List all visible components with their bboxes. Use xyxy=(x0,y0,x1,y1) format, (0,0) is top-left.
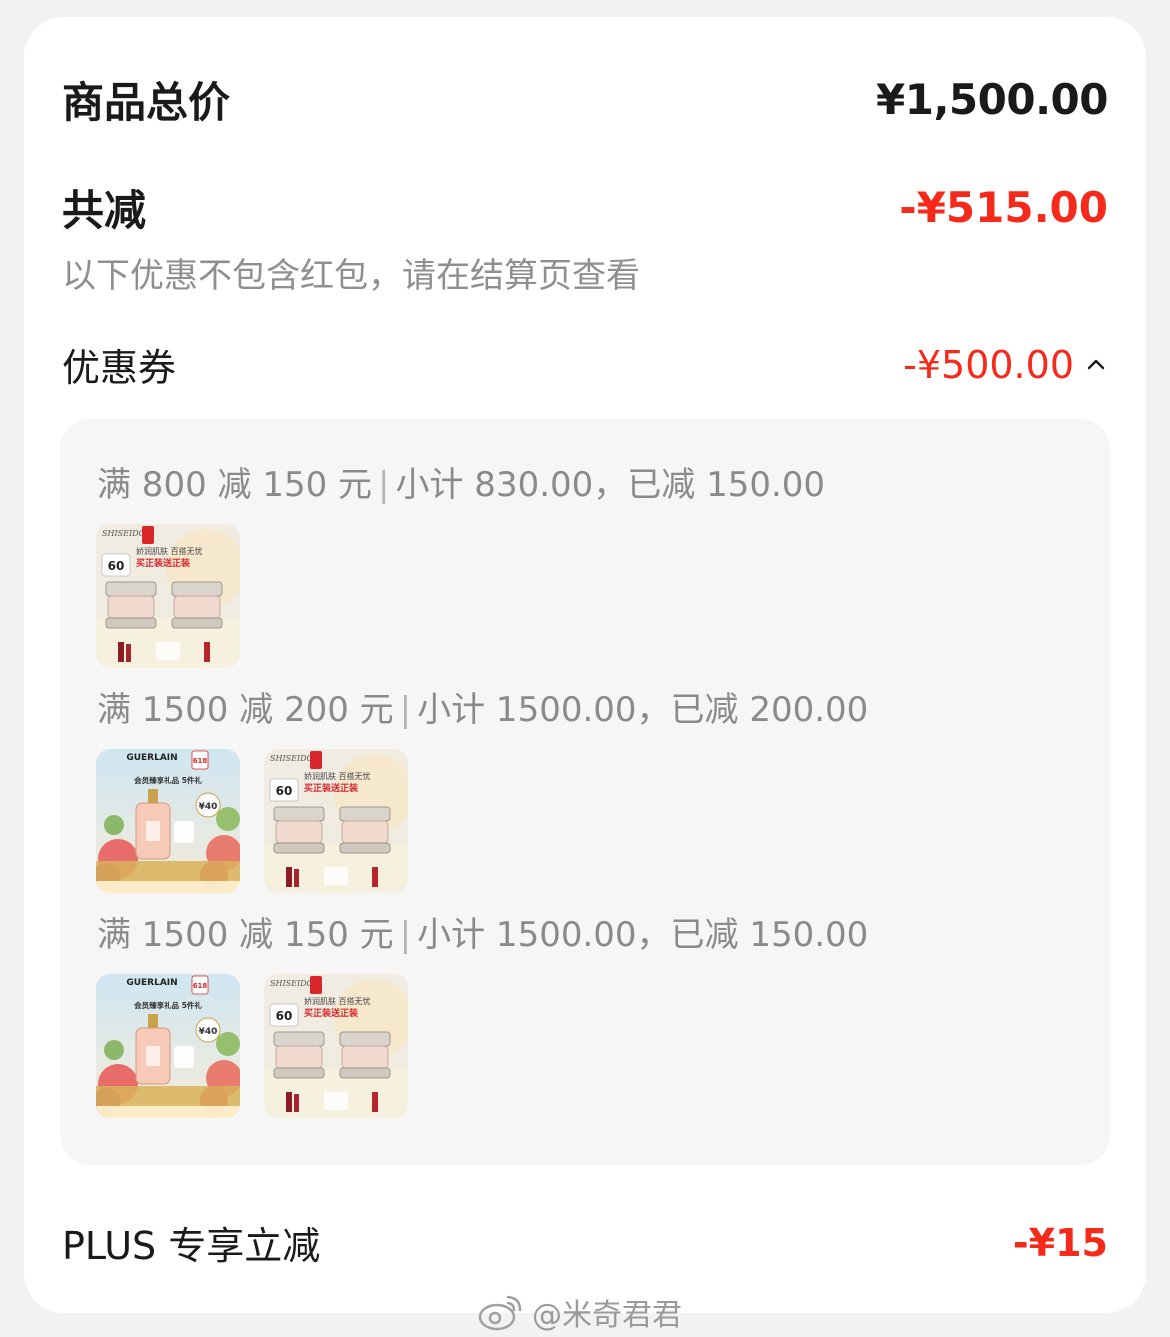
coupon-rule-text: 满 800 减 150 元 xyxy=(97,465,373,505)
coupon-subtotal-text: 小计 1500.00，已减 150.00 xyxy=(417,915,869,955)
separator: | xyxy=(399,690,412,730)
cream-jar xyxy=(105,581,157,629)
discount-row: 共减 -¥515.00 xyxy=(62,177,1108,238)
product-headline: 娇润肌肤 百搭无忧 xyxy=(136,546,203,556)
brand-logo-text: GUERLAIN xyxy=(126,978,177,988)
total-value: ¥1,500.00 xyxy=(876,75,1108,124)
coupon-value: -¥500.00 xyxy=(903,342,1074,387)
product-headline: 会员臻享礼品 5件礼 xyxy=(134,775,202,785)
weibo-icon xyxy=(478,1295,522,1331)
brand-logo-text: SHISEIDO xyxy=(102,529,146,538)
product-promo: 买正装送正装 xyxy=(304,782,359,794)
watermark-text: @米奇君君 xyxy=(532,1298,682,1333)
badge-number: 60 xyxy=(276,784,293,798)
promo-tag xyxy=(142,526,154,544)
coupon-row[interactable]: 优惠券 -¥500.00 xyxy=(62,337,1108,392)
product-thumbnail-shiseido[interactable]: SHISEIDO 娇润肌肤 百搭无忧 买正装送正装 60 xyxy=(264,749,408,893)
plus-discount-row: PLUS 专享立减 -¥15 xyxy=(62,1215,1108,1270)
coupon-rule: 满 1500 减 200 元 | 小计 1500.00，已减 200.00 xyxy=(97,682,868,731)
coupon-subtotal-text: 小计 1500.00，已减 200.00 xyxy=(417,690,869,730)
discount-label: 共减 xyxy=(62,186,147,235)
coupon-label: 优惠券 xyxy=(62,346,177,390)
cream-jar xyxy=(273,1031,325,1079)
badge-number: 60 xyxy=(276,1009,293,1023)
coupon-subtotal-text: 小计 830.00，已减 150.00 xyxy=(395,465,826,505)
promo-tag xyxy=(310,751,322,769)
product-thumbnail-guerlain[interactable]: GUERLAIN 618 会员臻享礼品 5件礼 ¥40 xyxy=(96,974,240,1118)
cream-jar xyxy=(339,806,391,854)
product-headline: 娇润肌肤 百搭无忧 xyxy=(304,996,371,1006)
badge-number: 60 xyxy=(108,559,125,573)
chevron-up-icon xyxy=(1087,359,1105,369)
product-thumbnails: GUERLAIN 618 会员臻享礼品 5件礼 ¥40 SHISEIDO 娇润肌肤 百搭… xyxy=(96,974,408,1118)
product-promo: ¥40 xyxy=(199,802,218,812)
product-promo: ¥40 xyxy=(199,1027,218,1037)
watermark: @米奇君君 xyxy=(478,1290,682,1334)
discount-value: -¥515.00 xyxy=(899,183,1108,232)
total-row: 商品总价 ¥1,500.00 xyxy=(62,69,1108,130)
coupon-rule-text: 满 1500 减 150 元 xyxy=(97,915,394,955)
product-headline: 会员臻享礼品 5件礼 xyxy=(134,1000,202,1010)
total-label: 商品总价 xyxy=(62,78,231,127)
product-thumbnail-shiseido[interactable]: SHISEIDO 娇润肌肤 百搭无忧 买正装送正装 60 xyxy=(96,524,240,668)
price-detail-card: 商品总价 ¥1,500.00 共减 -¥515.00 以下优惠不包含红包，请在结… xyxy=(24,17,1146,1313)
promo-tag xyxy=(310,976,322,994)
plus-value: -¥15 xyxy=(1012,1220,1108,1265)
coupon-rule: 满 1500 减 150 元 | 小计 1500.00，已减 150.00 xyxy=(97,907,868,956)
promo-badge: 618 xyxy=(193,757,208,765)
cream-jar xyxy=(273,806,325,854)
brand-logo-text: SHISEIDO xyxy=(270,979,314,988)
plus-label: PLUS 专享立减 xyxy=(62,1224,321,1268)
brand-logo-text: GUERLAIN xyxy=(126,753,177,763)
coupon-toggle[interactable]: -¥500.00 xyxy=(903,343,1108,387)
discount-note: 以下优惠不包含红包，请在结算页查看 xyxy=(62,256,640,296)
coupon-detail-panel: 满 800 减 150 元 | 小计 830.00，已减 150.00 SHISEI… xyxy=(60,419,1110,1165)
product-thumbnails: GUERLAIN 618 会员臻享礼品 5件礼 ¥40 SHISEIDO 娇润肌肤 百搭… xyxy=(96,749,408,893)
product-thumbnail-shiseido[interactable]: SHISEIDO 娇润肌肤 百搭无忧 买正装送正装 60 xyxy=(264,974,408,1118)
cream-jar xyxy=(339,1031,391,1079)
brand-logo-text: SHISEIDO xyxy=(270,754,314,763)
separator: | xyxy=(378,465,390,505)
product-thumbnail-guerlain[interactable]: GUERLAIN 618 会员臻享礼品 5件礼 ¥40 xyxy=(96,749,240,893)
cream-jar xyxy=(171,581,223,629)
product-thumbnails: SHISEIDO 娇润肌肤 百搭无忧 买正装送正装 60 xyxy=(96,524,240,668)
product-headline: 娇润肌肤 百搭无忧 xyxy=(304,771,371,781)
coupon-rule-text: 满 1500 减 200 元 xyxy=(97,690,394,730)
product-promo: 买正装送正装 xyxy=(304,1007,359,1019)
coupon-rule: 满 800 减 150 元 | 小计 830.00，已减 150.00 xyxy=(97,457,825,506)
product-promo: 买正装送正装 xyxy=(136,557,191,569)
promo-badge: 618 xyxy=(193,982,208,990)
separator: | xyxy=(399,915,412,955)
